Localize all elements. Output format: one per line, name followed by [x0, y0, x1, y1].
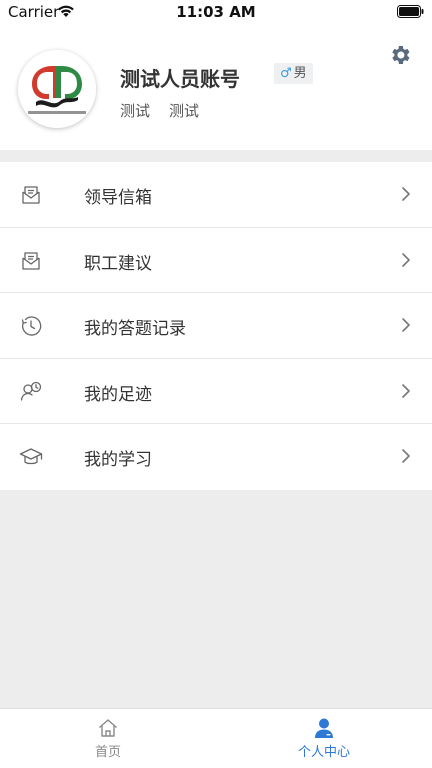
menu-item-my-footprints[interactable]: 我的足迹 [0, 359, 432, 424]
user-icon [315, 718, 333, 738]
male-icon: ♂ [280, 66, 292, 81]
status-time: 11:03 AM [176, 3, 256, 21]
tab-profile[interactable]: 个人中心 [216, 709, 432, 768]
menu-item-my-learning[interactable]: 我的学习 [0, 424, 432, 490]
person-history-icon [20, 381, 42, 401]
menu-list: 领导信箱 职工建议 我的答题记录 我的足迹 我的学习 [0, 162, 432, 490]
tab-home[interactable]: 首页 [0, 709, 216, 768]
tab-label: 个人中心 [297, 745, 350, 760]
mailbox-icon [22, 186, 40, 204]
chevron-right-icon [402, 318, 410, 332]
profile-header: 测试人员账号 ♂ 男 测试 测试 [0, 24, 432, 150]
status-bar: Carrier 11:03 AM [0, 0, 432, 24]
menu-item-staff-suggestions[interactable]: 职工建议 [0, 228, 432, 293]
avatar[interactable] [18, 50, 96, 128]
gear-icon[interactable] [388, 43, 412, 67]
tab-bar: 首页 个人中心 [0, 708, 432, 768]
profile-tags: 测试 测试 [120, 100, 199, 121]
menu-item-quiz-records[interactable]: 我的答题记录 [0, 293, 432, 359]
menu-item-label: 我的足迹 [84, 384, 152, 405]
profile-tag: 测试 [120, 102, 151, 120]
graduation-cap-icon [19, 448, 43, 465]
profile-page: Carrier 11:03 AM 测试人员账号 ♂ 男 测试 测试 领导信箱 职… [0, 0, 432, 768]
gender-badge: ♂ 男 [274, 63, 313, 84]
user-name: 测试人员账号 [120, 67, 240, 91]
tab-label: 首页 [94, 745, 121, 760]
menu-item-label: 我的答题记录 [84, 319, 186, 339]
menu-item-label: 职工建议 [84, 253, 152, 274]
profile-tag: 测试 [169, 102, 200, 120]
company-logo [18, 50, 96, 128]
chevron-right-icon [402, 252, 410, 267]
home-icon [99, 719, 117, 737]
menu-item-label: 领导信箱 [84, 188, 152, 208]
gender-label: 男 [293, 66, 307, 81]
mailbox-icon [22, 251, 40, 270]
clock-icon [21, 316, 42, 336]
chevron-right-icon [402, 187, 410, 201]
battery-icon [397, 5, 424, 18]
menu-item-label: 我的学习 [84, 450, 152, 470]
chevron-right-icon [402, 449, 410, 463]
chevron-right-icon [402, 383, 410, 398]
menu-item-leader-mailbox[interactable]: 领导信箱 [0, 162, 432, 228]
